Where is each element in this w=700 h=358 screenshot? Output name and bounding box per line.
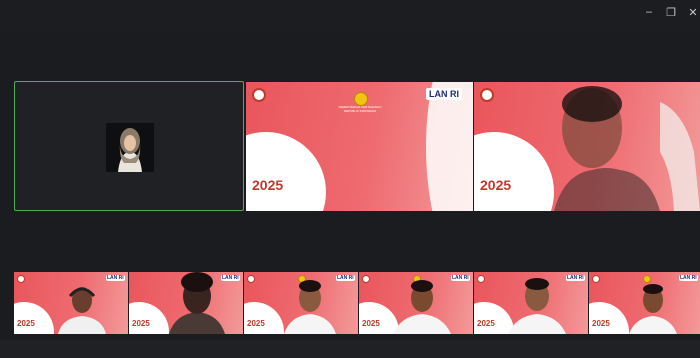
institution-logo-icon <box>477 275 485 283</box>
minimize-icon[interactable]: – <box>642 6 656 18</box>
institution-logo-icon <box>480 88 494 102</box>
strip-tile-5[interactable]: LAN RI 2025 <box>474 272 588 334</box>
slide-year: 2025 <box>247 319 265 328</box>
strip-tile-3[interactable]: LAN RI 2025 <box>244 272 358 334</box>
lan-ri-logo: LAN RI <box>679 275 698 281</box>
slide-year: 2025 <box>132 319 150 328</box>
participant-video <box>554 86 700 211</box>
slide-title: PELATIHAN DASAR CALON PEGAWAI NEGERI SIP… <box>252 160 298 173</box>
participant-tile-camera[interactable]: PELATIHAN DASAR CALON PEGAWAI NEGERI SIP… <box>474 82 700 211</box>
institution-logo-icon <box>362 275 370 283</box>
close-icon[interactable]: ✕ <box>686 6 700 19</box>
restore-icon[interactable]: ❐ <box>664 6 678 19</box>
strip-tile-2[interactable]: LAN RI 2025 <box>129 272 243 334</box>
slide-year: 2025 <box>592 319 610 328</box>
slide-year: 2025 <box>252 177 284 193</box>
bottom-bar <box>0 340 700 358</box>
title-bar: – ❐ ✕ <box>0 0 700 32</box>
participant-video <box>393 280 451 334</box>
participant-tile-active[interactable] <box>14 81 244 211</box>
participant-avatar <box>106 123 154 172</box>
institution-name: KEMENTERIAN PERTAHANAN REPUBLIK INDONESI… <box>338 105 382 113</box>
slide-title: PELATIHAN DASAR CALON PEGAWAI NEGERI SIP… <box>480 160 526 173</box>
participant-video <box>58 287 106 334</box>
lan-ri-logo: LAN RI <box>426 88 462 100</box>
garuda-emblem-icon <box>354 92 368 106</box>
participant-video <box>508 278 566 334</box>
participant-tile-slide[interactable]: KEMENTERIAN PERTAHANAN REPUBLIK INDONESI… <box>246 82 473 211</box>
strip-tile-6[interactable]: LAN RI 2025 <box>589 272 700 334</box>
institution-logo-icon <box>17 275 25 283</box>
institution-logo-icon <box>252 88 266 102</box>
participant-video <box>629 284 677 334</box>
institution-logo-icon <box>592 275 600 283</box>
participant-video <box>169 272 225 334</box>
institution-logo-icon <box>247 275 255 283</box>
slide-year: 2025 <box>17 319 35 328</box>
strip-tile-1[interactable]: LAN RI 2025 <box>14 272 128 334</box>
slide-year: 2025 <box>362 319 380 328</box>
strip-tile-4[interactable]: LAN RI 2025 <box>359 272 473 334</box>
slide-swoop-right <box>426 82 473 211</box>
slide-year: 2025 <box>480 177 512 193</box>
slide-year: 2025 <box>477 319 495 328</box>
participant-video <box>284 280 336 334</box>
